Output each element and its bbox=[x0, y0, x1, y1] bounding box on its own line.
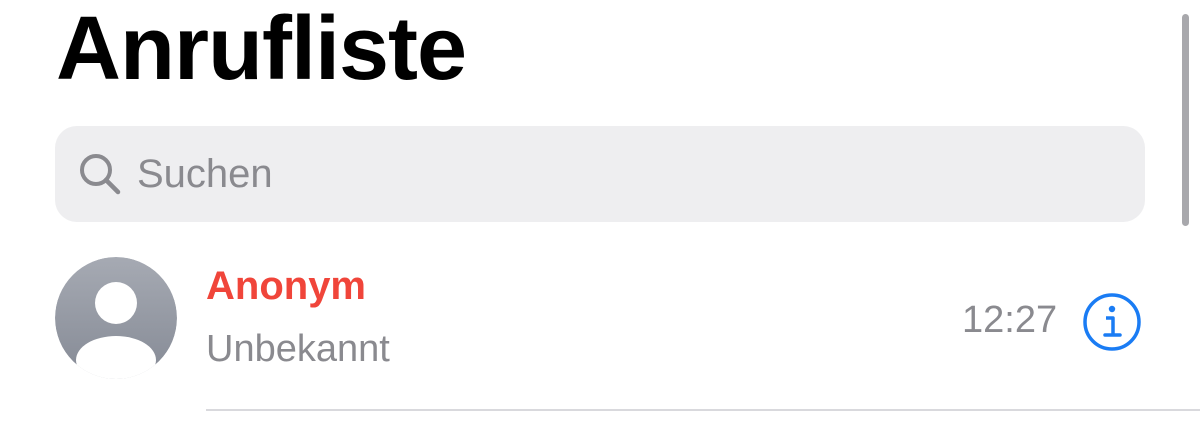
call-list-item[interactable]: Anonym Unbekannt 12:27 bbox=[0, 242, 1200, 410]
page-title: Anrufliste bbox=[56, 0, 467, 99]
caller-label: Unbekannt bbox=[206, 328, 390, 370]
info-button[interactable] bbox=[1082, 292, 1142, 352]
caller-name: Anonym bbox=[206, 264, 366, 308]
search-input[interactable] bbox=[137, 144, 1037, 204]
avatar bbox=[55, 257, 177, 379]
search-icon bbox=[75, 149, 125, 199]
row-divider bbox=[206, 409, 1200, 411]
recents-screen: Anrufliste Anonym bbox=[0, 0, 1200, 425]
person-icon bbox=[55, 257, 177, 379]
call-time: 12:27 bbox=[962, 299, 1058, 341]
search-bar[interactable] bbox=[55, 126, 1145, 222]
info-icon bbox=[1083, 293, 1141, 351]
scroll-indicator[interactable] bbox=[1182, 14, 1189, 226]
